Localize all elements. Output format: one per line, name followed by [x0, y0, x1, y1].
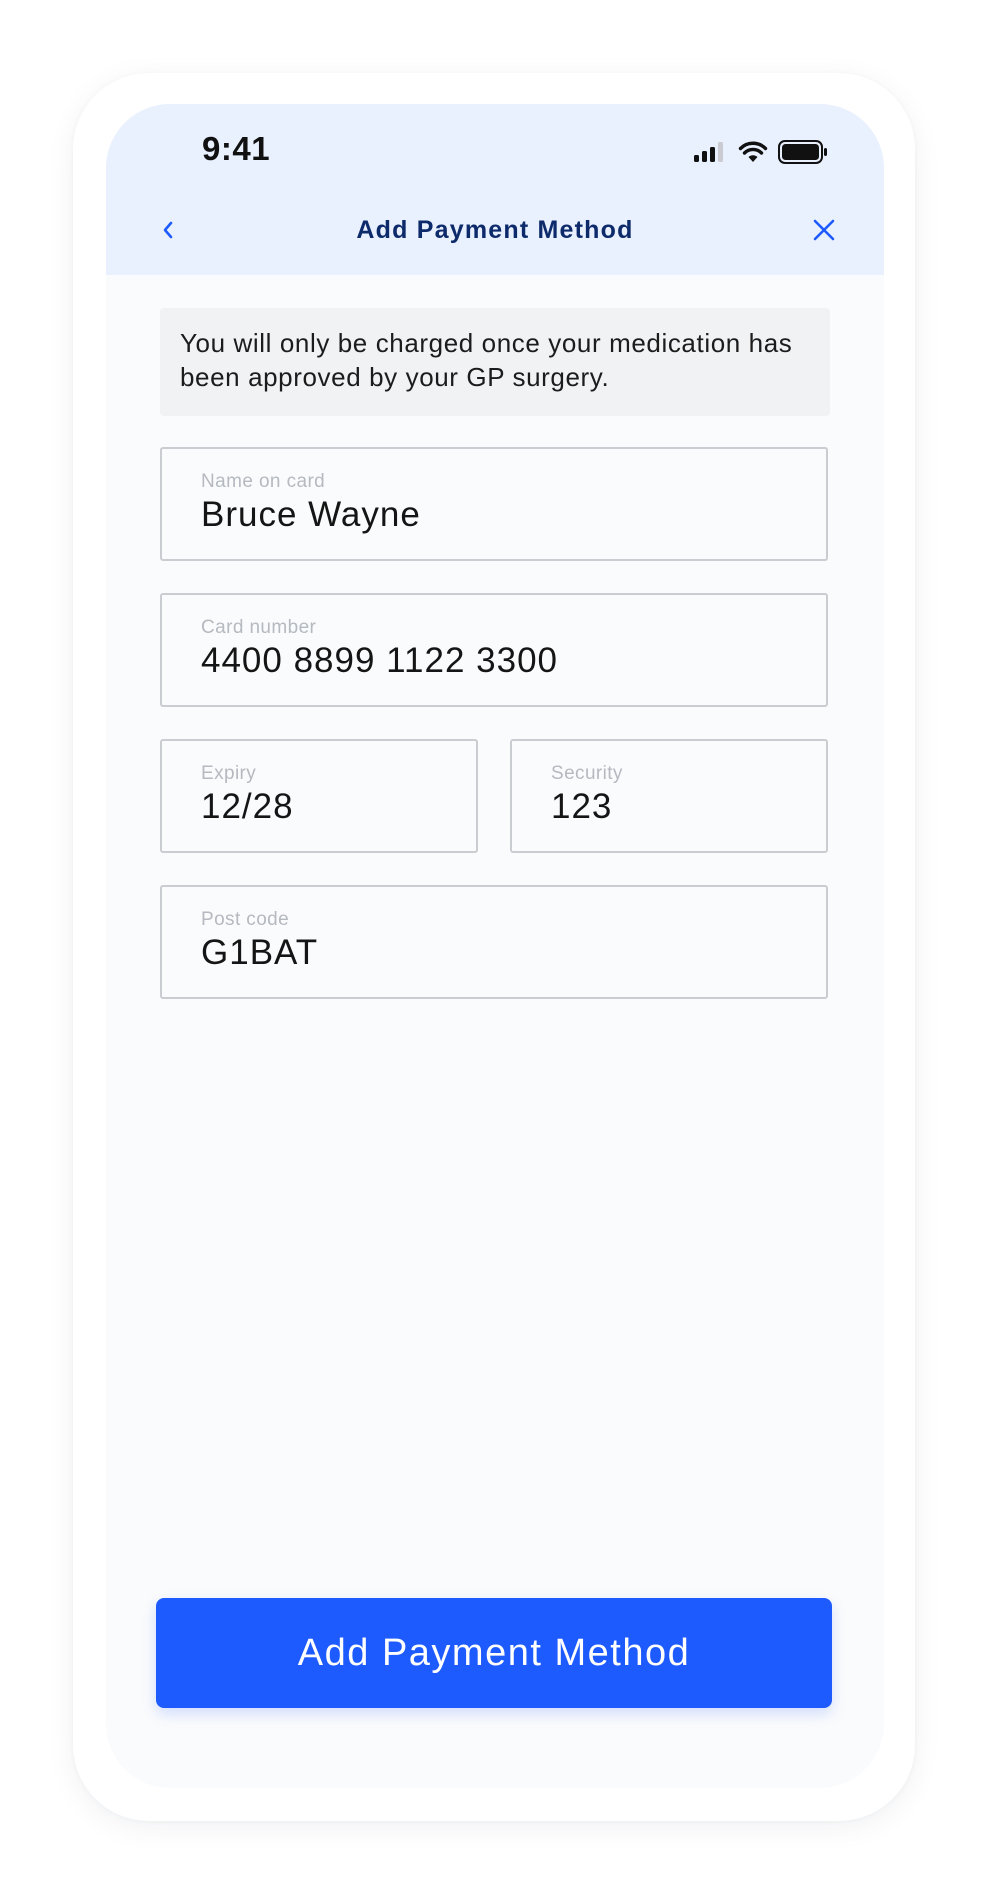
security-code-label: Security: [551, 763, 623, 784]
security-code-value: 123: [551, 787, 613, 826]
app-screen: 9:41 Add Payment Method You will only be…: [106, 104, 884, 1788]
close-button[interactable]: [804, 212, 844, 252]
navigation-bar: Add Payment Method: [106, 204, 884, 264]
status-icons: [694, 140, 828, 169]
expiry-field[interactable]: Expiry 12/28: [160, 739, 478, 853]
security-code-field[interactable]: Security 123: [510, 739, 828, 853]
name-on-card-field[interactable]: Name on card Bruce Wayne: [160, 447, 828, 561]
post-code-label: Post code: [201, 909, 290, 930]
header: 9:41 Add Payment Method: [106, 104, 884, 275]
stage: 9:41 Add Payment Method You will only be…: [0, 0, 988, 1896]
wifi-icon: [738, 141, 768, 168]
status-time: 9:41: [202, 130, 271, 167]
card-number-value: 4400 8899 1122 3300: [201, 641, 559, 680]
post-code-value: G1BAT: [201, 933, 319, 972]
battery-icon: [778, 140, 828, 169]
expiry-label: Expiry: [201, 763, 257, 784]
name-on-card-label: Name on card: [201, 471, 326, 492]
post-code-field[interactable]: Post code G1BAT: [160, 885, 828, 999]
card-number-field[interactable]: Card number 4400 8899 1122 3300: [160, 593, 828, 707]
expiry-value: 12/28: [201, 787, 294, 826]
payment-notice: You will only be charged once your medic…: [160, 308, 830, 416]
close-icon: [812, 218, 836, 247]
page-title: Add Payment Method: [356, 216, 634, 244]
card-number-label: Card number: [201, 617, 317, 638]
cellular-signal-icon: [694, 142, 728, 167]
add-payment-method-button[interactable]: Add Payment Method: [156, 1598, 832, 1708]
name-on-card-value: Bruce Wayne: [201, 495, 421, 534]
